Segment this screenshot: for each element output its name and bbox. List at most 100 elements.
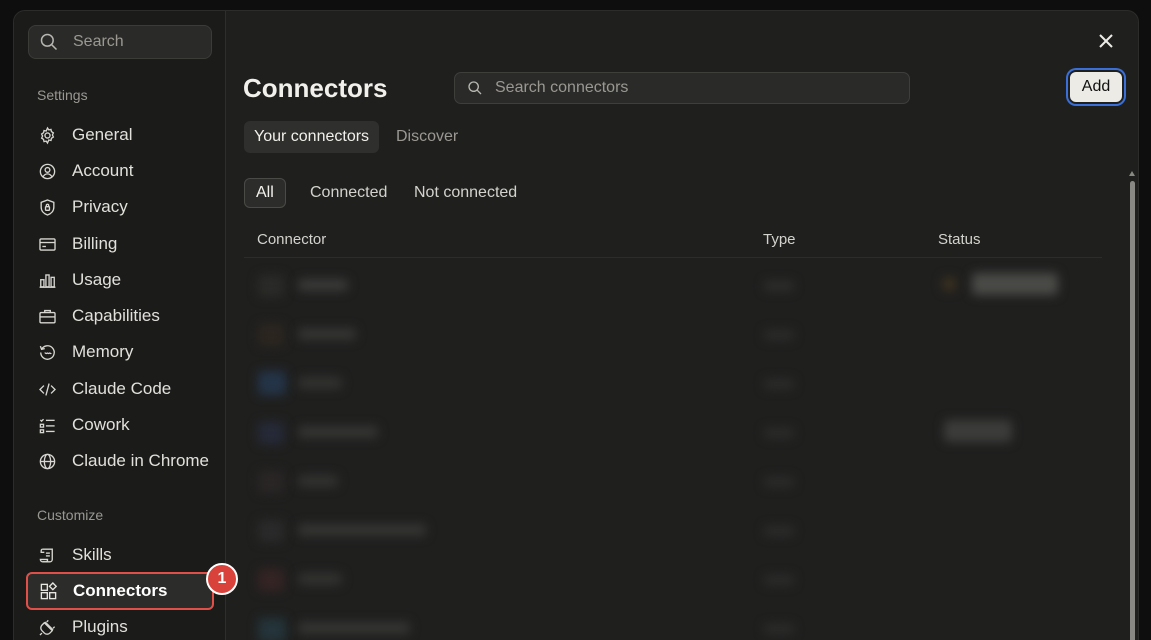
connector-type-redacted — [764, 575, 794, 585]
close-icon[interactable] — [1096, 31, 1116, 51]
search-icon — [468, 81, 482, 95]
checklist-icon — [37, 415, 57, 435]
briefcase-icon — [37, 306, 57, 326]
sidebar-item-label: Claude Code — [72, 379, 172, 398]
shield-icon — [37, 197, 57, 217]
connector-logo — [258, 520, 284, 542]
column-header-status: Status — [938, 231, 981, 248]
table-row[interactable] — [244, 455, 1102, 504]
table-row[interactable] — [244, 602, 1102, 640]
connector-logo — [258, 422, 284, 444]
table-row[interactable] — [244, 308, 1102, 357]
connector-type-redacted — [764, 428, 794, 438]
connector-type-redacted — [764, 624, 794, 634]
sidebar-item-cowork[interactable]: Cowork — [27, 408, 213, 442]
connector-name-redacted — [298, 377, 342, 389]
status-badge-redacted — [972, 273, 1058, 295]
scroll-up-arrow[interactable] — [1129, 171, 1135, 176]
filter-connected[interactable]: Connected — [299, 178, 398, 208]
status-badge-redacted — [944, 420, 1012, 442]
status-dot — [942, 277, 956, 291]
sidebar-item-label: Memory — [72, 342, 134, 361]
connector-type-redacted — [764, 330, 794, 340]
sidebar-item-account[interactable]: Account — [27, 154, 213, 188]
table-row[interactable] — [244, 357, 1102, 406]
sidebar-search-placeholder: Search — [73, 33, 124, 50]
plug-icon — [37, 617, 57, 637]
sidebar-item-plugins[interactable]: Plugins — [27, 610, 213, 640]
table-row[interactable] — [244, 259, 1102, 308]
page-title: Connectors — [243, 73, 388, 103]
connector-name-redacted — [298, 279, 348, 291]
connector-logo — [258, 569, 284, 591]
table-row[interactable] — [244, 406, 1102, 455]
sidebar-item-label: Account — [72, 161, 134, 180]
table-header-divider — [244, 257, 1102, 258]
sidebar-item-label: Usage — [72, 270, 122, 289]
connector-name-redacted — [298, 524, 426, 536]
connector-type-redacted — [764, 526, 794, 536]
user-circle-icon — [37, 161, 57, 181]
sidebar-item-general[interactable]: General — [27, 118, 213, 152]
search-icon — [40, 33, 58, 51]
sidebar-item-claude-code[interactable]: Claude Code — [27, 372, 213, 406]
sidebar-item-usage[interactable]: Usage — [27, 263, 213, 297]
bar-chart-icon — [37, 270, 57, 290]
filter-not-connected[interactable]: Not connected — [403, 178, 528, 208]
connectors-panel: Connectors Search connectors Add Your co… — [227, 11, 1138, 640]
column-header-connector: Connector — [257, 231, 327, 248]
connector-name-redacted — [298, 573, 342, 585]
sidebar-item-label: Claude in Chrome — [72, 451, 210, 470]
connector-logo — [258, 324, 284, 346]
sidebar-item-connectors[interactable]: Connectors — [26, 572, 214, 610]
scrollbar-thumb[interactable] — [1130, 181, 1135, 640]
connector-name-redacted — [298, 622, 410, 634]
column-header-type: Type — [763, 231, 796, 248]
connector-type-redacted — [764, 379, 794, 389]
settings-section-label: Settings — [37, 87, 88, 103]
sidebar-item-label: Privacy — [72, 197, 128, 216]
connector-logo — [258, 275, 284, 297]
connector-name-redacted — [298, 328, 356, 340]
globe-icon — [37, 451, 57, 471]
connector-logo — [258, 471, 284, 493]
sidebar-item-label: Cowork — [72, 415, 130, 434]
credit-card-icon — [37, 234, 57, 254]
connector-grid-icon — [38, 581, 58, 601]
sidebar-item-claude-in-chrome[interactable]: Claude in Chrome — [27, 444, 213, 478]
filter-all[interactable]: All — [244, 178, 286, 208]
connector-name-redacted — [298, 475, 338, 487]
connector-search-placeholder: Search connectors — [495, 79, 629, 96]
sidebar-item-memory[interactable]: Memory — [27, 335, 213, 369]
sidebar-item-privacy[interactable]: Privacy — [27, 190, 213, 224]
tab-your-connectors[interactable]: Your connectors — [244, 121, 380, 153]
sidebar-item-label: Billing — [72, 234, 118, 253]
scroll-icon — [37, 545, 57, 565]
tab-discover[interactable]: Discover — [386, 121, 468, 153]
history-icon — [37, 342, 57, 362]
table-row[interactable] — [244, 504, 1102, 553]
add-connector-button[interactable]: Add — [1070, 72, 1122, 102]
table-row[interactable] — [244, 553, 1102, 602]
connector-logo — [258, 371, 286, 395]
code-icon — [37, 379, 57, 399]
sidebar-item-capabilities[interactable]: Capabilities — [27, 299, 213, 333]
customize-section-label: Customize — [37, 507, 104, 523]
sidebar-item-label: Skills — [72, 545, 112, 564]
connector-logo — [258, 618, 286, 640]
sidebar-item-label: Plugins — [72, 617, 128, 636]
annotation-badge: 1 — [206, 563, 238, 595]
sidebar-item-skills[interactable]: Skills — [27, 538, 213, 572]
connector-type-redacted — [764, 477, 794, 487]
sidebar: Search Settings General Account Privacy … — [14, 11, 226, 640]
connector-name-redacted — [298, 426, 378, 438]
sidebar-item-label: Capabilities — [72, 306, 160, 325]
sidebar-item-label: General — [72, 125, 133, 144]
sidebar-item-label: Connectors — [73, 581, 168, 600]
gear-icon — [37, 125, 57, 145]
sidebar-item-billing[interactable]: Billing — [27, 227, 213, 261]
connector-search-input[interactable]: Search connectors — [454, 72, 910, 104]
connector-type-redacted — [764, 281, 794, 291]
settings-window: Search Settings General Account Privacy … — [13, 10, 1139, 640]
sidebar-search-input[interactable]: Search — [28, 25, 212, 59]
